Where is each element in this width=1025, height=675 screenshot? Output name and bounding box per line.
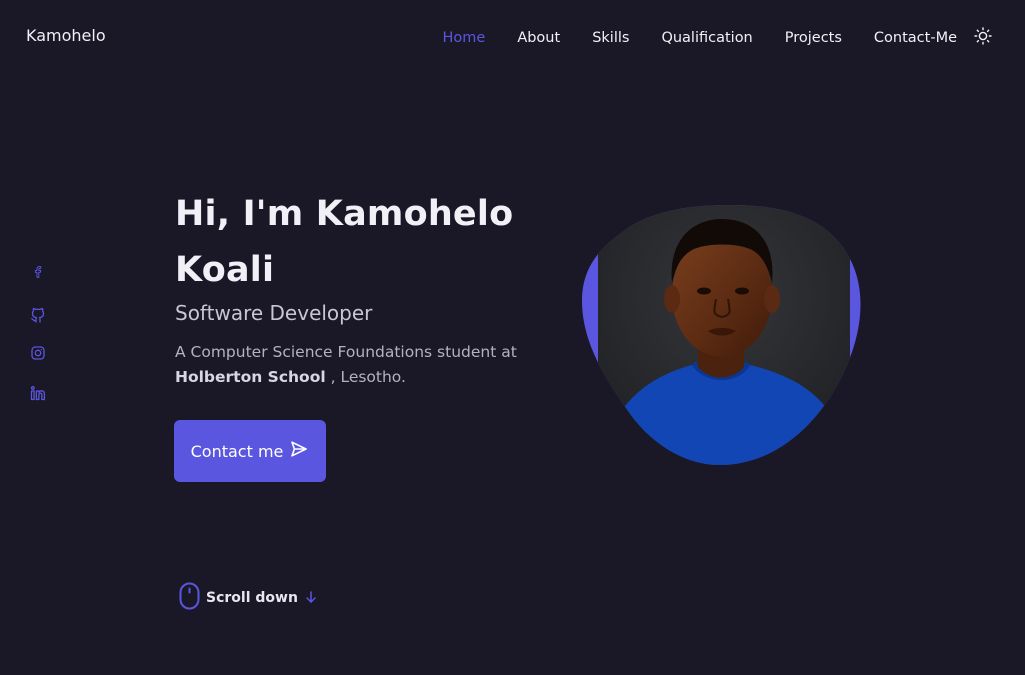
send-icon [289, 439, 309, 463]
hero-subtitle: Software Developer [175, 301, 373, 325]
contact-me-button[interactable]: Contact me [174, 420, 326, 482]
hero-title: Hi, I'm Kamohelo Koali [175, 186, 535, 298]
hero-desc-prefix: A Computer Science Foundations student a… [175, 343, 517, 361]
hero-desc-school: Holberton School [175, 368, 326, 386]
nav-qualification[interactable]: Qualification [661, 30, 752, 46]
scroll-down-link[interactable]: Scroll down [179, 582, 318, 614]
nav-menu: Home About Skills Qualification Projects… [442, 27, 957, 46]
hero-title-line2: Koali [175, 250, 275, 290]
mouse-icon [179, 582, 200, 614]
header: Kamohelo Home About Skills Qualification… [0, 0, 1025, 72]
sun-icon[interactable] [974, 27, 992, 45]
nav-about[interactable]: About [517, 30, 560, 46]
facebook-icon[interactable] [30, 265, 46, 285]
linkedin-icon[interactable] [30, 385, 46, 405]
scroll-down-label: Scroll down [206, 590, 298, 606]
nav-contact[interactable]: Contact-Me [874, 30, 957, 46]
hero-description: A Computer Science Foundations student a… [175, 340, 520, 390]
logo[interactable]: Kamohelo [26, 26, 106, 45]
github-icon[interactable] [30, 305, 46, 325]
social-links [30, 265, 46, 405]
nav-home[interactable]: Home [442, 30, 485, 46]
nav-skills[interactable]: Skills [592, 30, 629, 46]
hero-title-line1: Hi, I'm Kamohelo [175, 194, 514, 234]
arrow-down-icon [304, 589, 318, 608]
instagram-icon[interactable] [30, 345, 46, 365]
profile-photo [580, 203, 864, 467]
contact-me-label: Contact me [190, 441, 284, 461]
nav-projects[interactable]: Projects [785, 30, 842, 46]
hero-desc-suffix: , Lesotho. [325, 368, 406, 386]
hero-text: Hi, I'm Kamohelo Koali Software Develope… [175, 186, 535, 390]
